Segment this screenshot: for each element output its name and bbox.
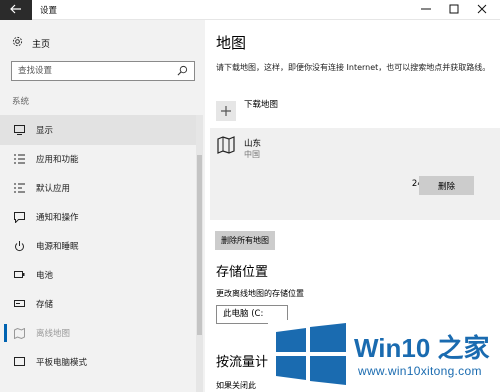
storage-icon [13,298,25,310]
close-icon [477,4,487,17]
map-icon [217,136,235,157]
watermark: Win10 之家 www.win10xitong.com [268,320,500,392]
sidebar-item-default-apps[interactable]: 默认应用 [0,173,196,203]
sidebar-item-offline-maps[interactable]: 离线地图 [0,318,196,348]
scrollbar-thumb[interactable] [197,155,202,335]
download-maps-button[interactable]: 下载地图 [216,98,278,121]
page-title: 地图 [216,34,247,52]
metered-heading: 按流量计 [216,355,269,370]
maximize-icon [449,4,459,17]
sidebar-item-tablet-mode[interactable]: 平板电脑模式 [0,347,196,377]
search-icon[interactable] [177,65,188,79]
map-entry[interactable]: 山东 中国 240 MB 删除 [210,128,500,220]
search-box[interactable] [11,61,195,81]
delete-all-maps-button[interactable]: 删除所有地图 [215,231,275,250]
selection-indicator [4,324,7,342]
watermark-url: www.win10xitong.com [358,364,482,378]
minimize-button[interactable] [412,0,440,20]
sidebar: 主页 系统 显示 应用和功能 默认应用 通知和操作 电源和睡眠 电池 存储 离线… [0,20,205,392]
sidebar-item-power[interactable]: 电源和睡眠 [0,231,196,261]
plus-icon [216,101,236,121]
battery-icon [13,269,25,281]
sidebar-item-storage[interactable]: 存储 [0,289,196,319]
sidebar-item-label: 平板电脑模式 [36,358,88,368]
title-bar: 设置 [0,0,500,20]
section-label: 系统 [12,97,30,107]
sidebar-item-label: 离线地图 [36,329,71,339]
maximize-button[interactable] [440,0,468,20]
default-apps-icon [13,182,25,194]
sidebar-item-apps[interactable]: 应用和功能 [0,144,196,174]
monitor-icon [13,124,25,136]
sidebar-home[interactable]: 主页 [12,36,50,50]
storage-label: 更改离线地图的存储位置 [216,289,304,298]
tablet-icon [13,356,25,368]
sidebar-item-label: 显示 [36,126,54,136]
sidebar-scrollbar[interactable] [196,115,203,392]
back-button[interactable] [0,0,32,20]
window-title: 设置 [40,6,58,16]
sidebar-item-label: 应用和功能 [36,155,79,165]
page-description: 请下载地图，这样，即便你没有连接 Internet，也可以搜索地点并获取路线。 [216,63,491,72]
sidebar-item-battery[interactable]: 电池 [0,260,196,290]
sidebar-item-label: 电池 [36,271,54,281]
search-input[interactable] [12,62,172,80]
windows-logo-icon [274,323,348,388]
sidebar-item-label: 存储 [36,300,54,310]
close-button[interactable] [468,0,496,20]
notification-icon [13,211,25,223]
map-country: 中国 [244,150,260,159]
sidebar-item-display[interactable]: 显示 [0,115,196,145]
map-icon [13,327,25,339]
power-icon [13,240,25,252]
back-arrow-icon [10,4,22,17]
storage-heading: 存储位置 [216,265,269,280]
sidebar-item-notifications[interactable]: 通知和操作 [0,202,196,232]
download-maps-label: 下载地图 [244,100,279,110]
minimize-icon [421,4,431,17]
map-name: 山东 [244,139,262,149]
watermark-title: Win10 之家 [354,333,490,363]
list-icon [13,153,25,165]
home-label: 主页 [32,39,51,50]
sidebar-item-label: 电源和睡眠 [36,242,79,252]
delete-map-button[interactable]: 删除 [419,176,474,195]
sidebar-item-label: 默认应用 [36,184,71,194]
gear-icon [12,36,23,50]
metered-description: 如果关闭此 [216,381,256,390]
sidebar-item-label: 通知和操作 [36,213,79,223]
